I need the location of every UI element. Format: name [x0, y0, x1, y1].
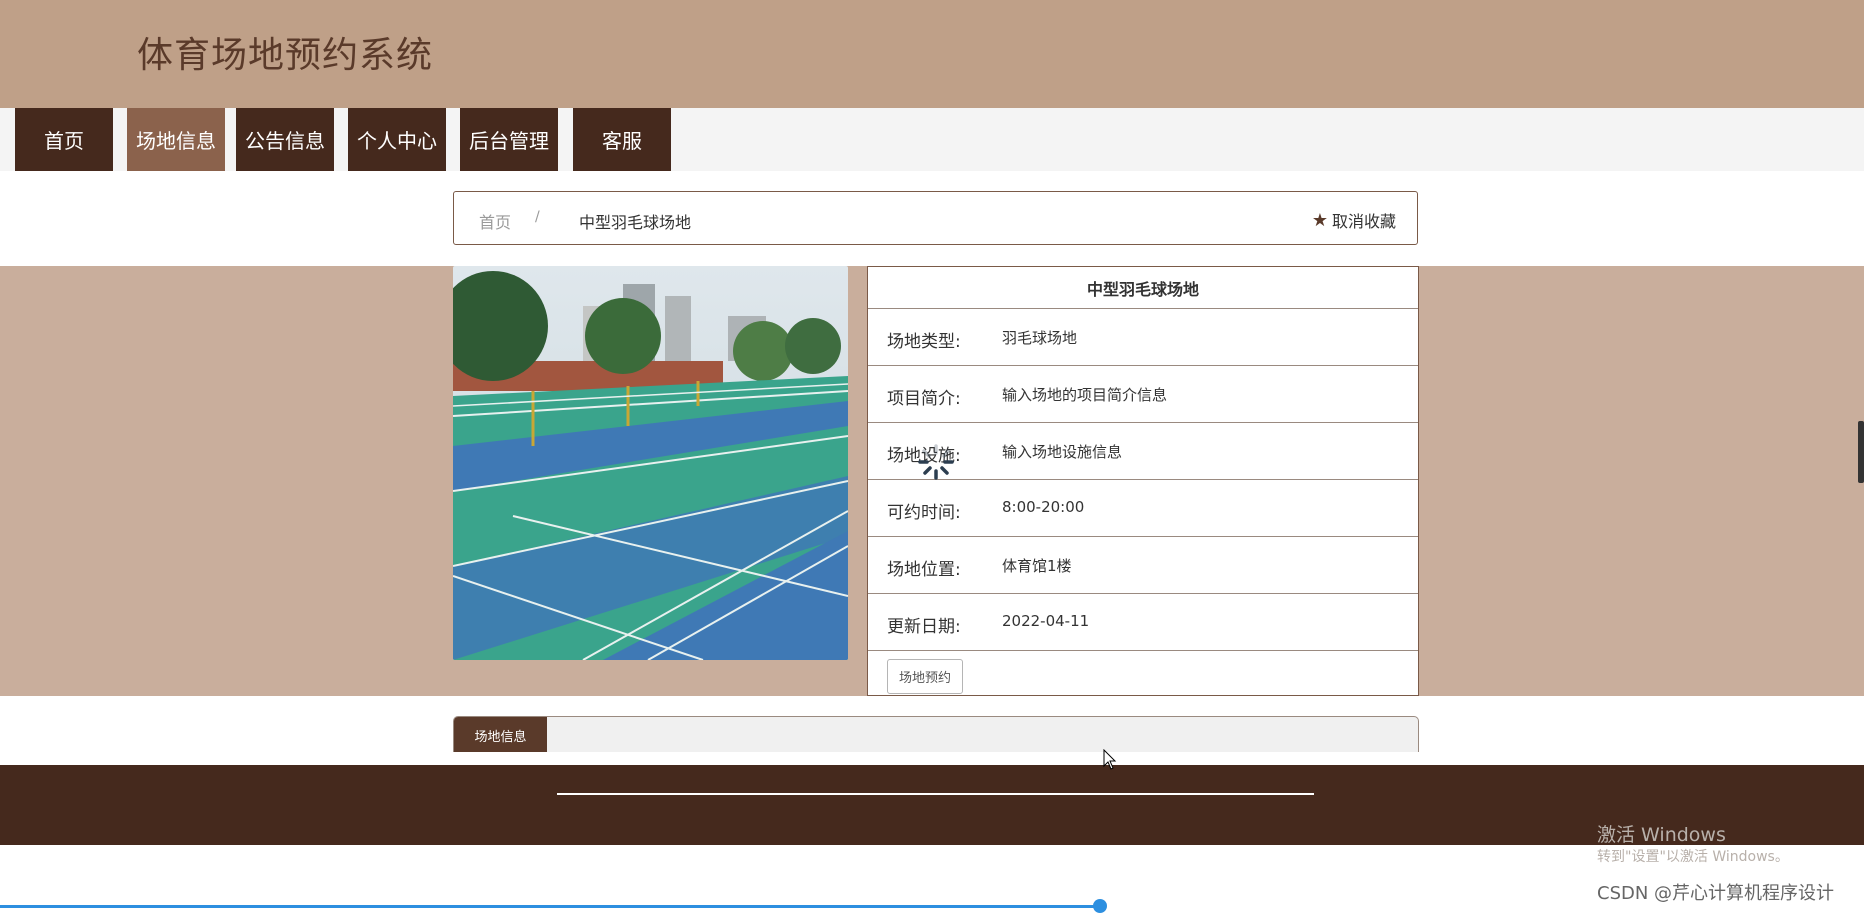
windows-activation-title: 激活 Windows: [1597, 824, 1726, 846]
mouse-cursor-icon: [1103, 749, 1117, 770]
info-row-type: 场地类型: 羽毛球场地: [868, 309, 1418, 366]
info-label: 场地位置:: [887, 560, 961, 580]
info-label: 可约时间:: [887, 503, 961, 523]
site-title: 体育场地预约系统: [137, 35, 434, 76]
info-value: 体育馆1楼: [1002, 557, 1072, 575]
breadcrumb-current: 中型羽毛球场地: [579, 213, 692, 232]
scrollbar-thumb[interactable]: [1858, 421, 1864, 483]
info-value: 8:00-20:00: [1002, 498, 1085, 516]
nav-item-home[interactable]: 首页: [15, 108, 113, 171]
nav-item-admin[interactable]: 后台管理: [460, 108, 558, 171]
video-progress-handle[interactable]: [1093, 899, 1107, 913]
info-row-location: 场地位置: 体育馆1楼: [868, 537, 1418, 594]
nav-item-notices[interactable]: 公告信息: [236, 108, 334, 171]
badminton-court-image: [453, 266, 848, 660]
booking-row: 场地预约: [868, 651, 1418, 700]
info-value: 2022-04-11: [1002, 612, 1090, 630]
video-progress-bar[interactable]: [0, 905, 1100, 908]
nav-item-profile[interactable]: 个人中心: [348, 108, 446, 171]
nav-item-support[interactable]: 客服: [573, 108, 671, 171]
info-value: 输入场地设施信息: [1002, 443, 1123, 461]
venue-photo: [453, 266, 848, 660]
info-row-hours: 可约时间: 8:00-20:00: [868, 480, 1418, 537]
info-row-updated: 更新日期: 2022-04-11: [868, 594, 1418, 651]
site-header: 体育场地预约系统: [0, 0, 1864, 108]
nav-item-venues[interactable]: 场地信息: [127, 108, 225, 171]
star-icon: ★: [1311, 209, 1328, 231]
info-value: 羽毛球场地: [1002, 329, 1078, 347]
main-nav: 首页 场地信息 公告信息 个人中心 后台管理 客服: [0, 108, 1864, 171]
venue-title: 中型羽毛球场地: [868, 267, 1418, 309]
breadcrumb: 首页 / 中型羽毛球场地 ★ 取消收藏: [453, 191, 1418, 245]
windows-activation-hint: 转到"设置"以激活 Windows。: [1597, 849, 1789, 865]
info-value: 输入场地的项目简介信息: [1002, 386, 1168, 404]
footer-divider: [557, 793, 1314, 795]
info-row-intro: 项目简介: 输入场地的项目简介信息: [868, 366, 1418, 423]
breadcrumb-home-link[interactable]: 首页: [479, 209, 511, 233]
loading-spinner-icon: [918, 444, 954, 480]
unfavorite-label: 取消收藏: [1331, 212, 1396, 231]
site-footer: [0, 765, 1864, 845]
detail-tab-strip: 场地信息: [453, 716, 1419, 752]
csdn-credit: CSDN @芹心计算机程序设计: [1597, 883, 1835, 904]
breadcrumb-separator: /: [535, 209, 540, 225]
info-label: 场地类型:: [887, 332, 961, 352]
unfavorite-button[interactable]: ★ 取消收藏: [1312, 208, 1396, 232]
book-venue-button[interactable]: 场地预约: [887, 659, 963, 694]
info-label: 更新日期:: [887, 617, 961, 637]
venue-info-table: 中型羽毛球场地 场地类型: 羽毛球场地 项目简介: 输入场地的项目简介信息 场地…: [867, 266, 1419, 696]
info-label: 项目简介:: [887, 389, 961, 409]
tab-venue-info[interactable]: 场地信息: [454, 717, 547, 752]
